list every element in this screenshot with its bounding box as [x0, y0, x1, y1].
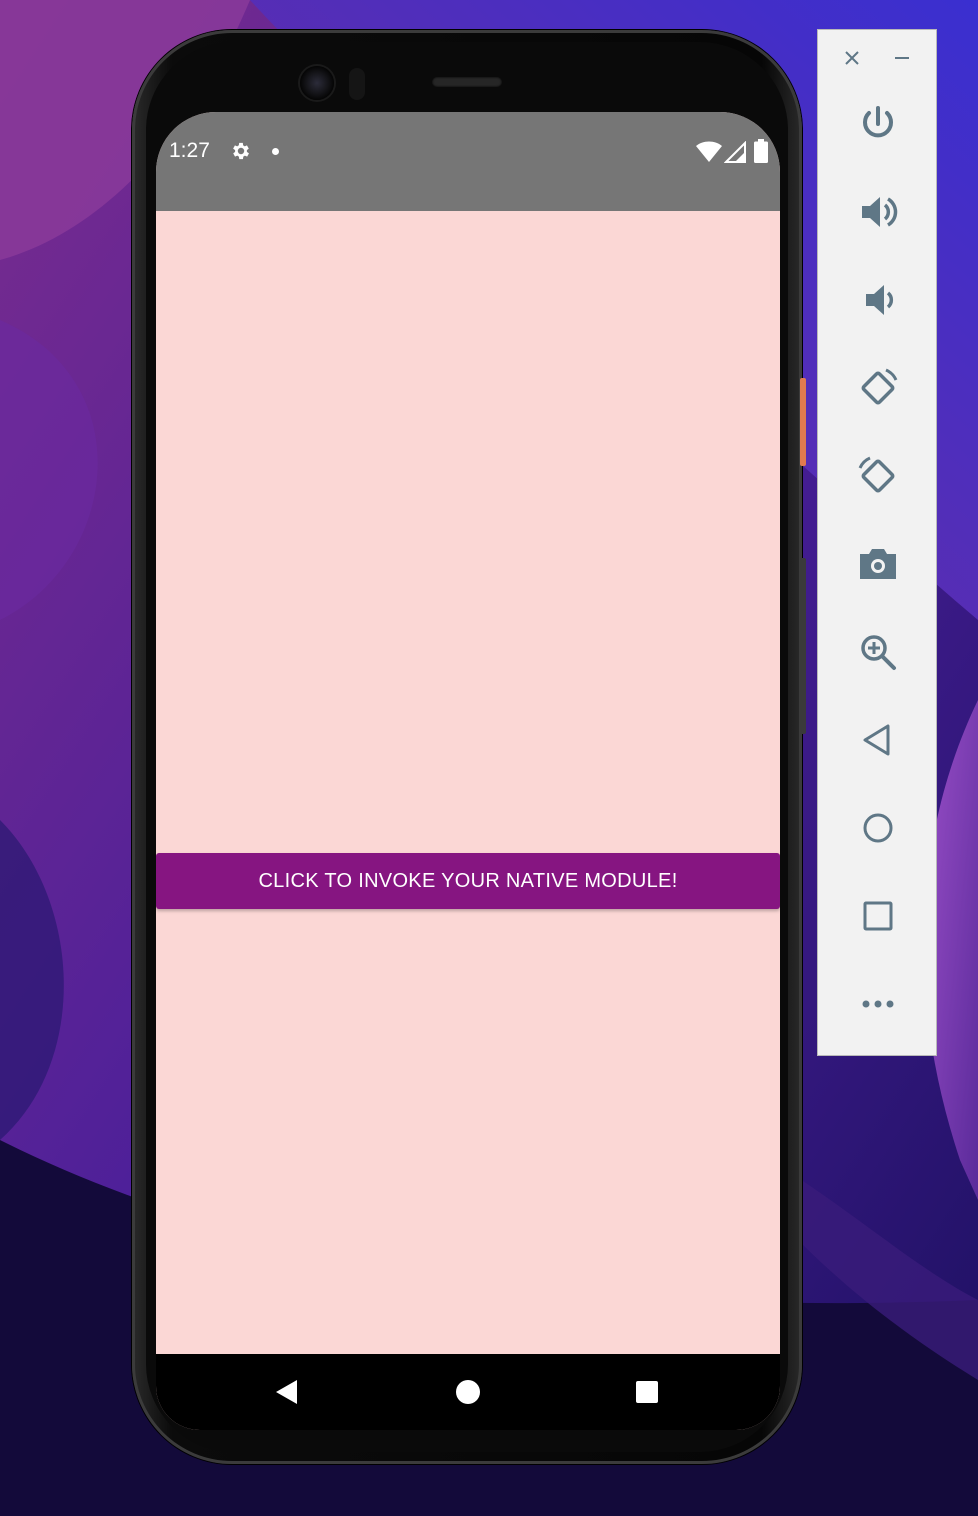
rotate-left-button[interactable]	[854, 364, 902, 412]
status-bar: 1:27	[156, 112, 780, 211]
overview-icon	[863, 901, 893, 931]
front-camera	[300, 66, 334, 100]
camera-icon	[860, 549, 896, 579]
power-side-button	[800, 378, 806, 466]
zoom-button[interactable]	[854, 628, 902, 676]
nav-back-icon[interactable]	[270, 1376, 302, 1408]
minimize-icon[interactable]	[890, 46, 914, 70]
emulator-toolbar	[817, 29, 937, 1056]
rotate-left-icon	[861, 368, 898, 405]
nav-recents-icon[interactable]	[631, 1376, 663, 1408]
screenshot-button[interactable]	[854, 540, 902, 588]
more-button[interactable]	[854, 980, 902, 1028]
rotate-right-icon	[858, 456, 895, 493]
home-icon	[863, 813, 893, 843]
back-icon	[863, 724, 890, 756]
volume-up-icon	[862, 197, 898, 227]
volume-up-button[interactable]	[854, 188, 902, 236]
status-time: 1:27	[169, 139, 210, 162]
back-button[interactable]	[854, 716, 902, 764]
navigation-bar	[156, 1354, 780, 1430]
home-button[interactable]	[854, 804, 902, 852]
rotate-right-button[interactable]	[854, 452, 902, 500]
proximity-sensor	[349, 68, 365, 100]
earpiece-speaker	[432, 77, 502, 87]
invoke-native-module-button[interactable]: CLICK TO INVOKE YOUR NATIVE MODULE!	[156, 853, 780, 909]
battery-icon	[754, 139, 768, 163]
nav-home-icon[interactable]	[452, 1376, 484, 1408]
signal-icon	[724, 141, 746, 163]
app-content: CLICK TO INVOKE YOUR NATIVE MODULE!	[156, 211, 780, 1354]
power-button[interactable]	[854, 100, 902, 148]
volume-down-icon	[866, 285, 894, 315]
zoom-icon	[861, 635, 896, 670]
close-icon[interactable]	[840, 46, 864, 70]
volume-down-button[interactable]	[854, 276, 902, 324]
volume-side-button	[800, 558, 806, 734]
wifi-icon	[696, 141, 722, 162]
phone-screen: 1:27 CLICK TO INVOKE YOUR NATIVE MODULE!	[156, 112, 780, 1430]
notification-dot	[272, 148, 279, 155]
settings-icon	[233, 142, 249, 160]
overview-button[interactable]	[854, 892, 902, 940]
more-icon	[862, 1000, 894, 1008]
power-icon	[863, 106, 893, 138]
